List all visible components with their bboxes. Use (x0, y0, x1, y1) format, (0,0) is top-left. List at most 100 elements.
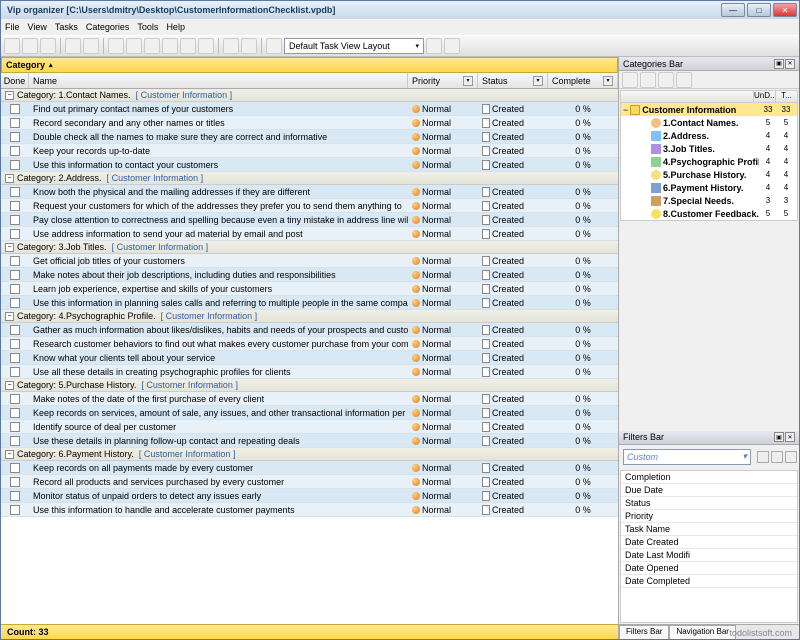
maximize-button[interactable]: □ (747, 3, 771, 17)
filter-item[interactable]: Priority (621, 510, 797, 523)
panel-pin-icon[interactable]: ▣ (774, 59, 784, 69)
tree-node[interactable]: 6.Payment History.44 (621, 181, 797, 194)
menu-categories[interactable]: Categories (86, 22, 130, 32)
toolbar-button[interactable] (622, 72, 638, 88)
done-checkbox[interactable] (10, 146, 20, 156)
tree-root[interactable]: − Customer Information 3333 (621, 103, 797, 116)
task-row[interactable]: Use this information in planning sales c… (1, 296, 618, 310)
col-status[interactable]: Status▾ (478, 73, 548, 88)
task-row[interactable]: Keep records on all payments made by eve… (1, 461, 618, 475)
toolbar-button[interactable] (144, 38, 160, 54)
toolbar-button[interactable] (83, 38, 99, 54)
col-complete[interactable]: Complete▾ (548, 73, 618, 88)
col-priority[interactable]: Priority▾ (408, 73, 478, 88)
toolbar-button[interactable] (241, 38, 257, 54)
tree-node[interactable]: 4.Psychographic Profile.44 (621, 155, 797, 168)
col-done[interactable]: Done (1, 73, 29, 88)
collapse-icon[interactable]: − (5, 312, 14, 321)
task-row[interactable]: Record all products and services purchas… (1, 475, 618, 489)
done-checkbox[interactable] (10, 353, 20, 363)
done-checkbox[interactable] (10, 367, 20, 377)
toolbar-button[interactable] (198, 38, 214, 54)
task-row[interactable]: Make notes of the date of the first purc… (1, 392, 618, 406)
panel-close-icon[interactable]: ✕ (785, 59, 795, 69)
menu-view[interactable]: View (28, 22, 47, 32)
menu-file[interactable]: File (5, 22, 20, 32)
toolbar-button[interactable] (640, 72, 656, 88)
toolbar-button[interactable] (266, 38, 282, 54)
toolbar-button[interactable] (65, 38, 81, 54)
filter-item[interactable]: Completion (621, 471, 797, 484)
done-checkbox[interactable] (10, 325, 20, 335)
task-row[interactable]: Research customer behaviors to find out … (1, 337, 618, 351)
filter-button[interactable] (771, 451, 783, 463)
task-group-header[interactable]: −Category: 6.Payment History. [ Customer… (1, 448, 618, 461)
filter-item[interactable]: Date Completed (621, 575, 797, 588)
menu-tools[interactable]: Tools (137, 22, 158, 32)
toolbar-button[interactable] (22, 38, 38, 54)
done-checkbox[interactable] (10, 118, 20, 128)
tree-node[interactable]: 5.Purchase History.44 (621, 168, 797, 181)
task-row[interactable]: Make notes about their job descriptions,… (1, 268, 618, 282)
tree-node[interactable]: 1.Contact Names.55 (621, 116, 797, 129)
task-row[interactable]: Keep records on services, amount of sale… (1, 406, 618, 420)
toolbar-button[interactable] (658, 72, 674, 88)
menu-help[interactable]: Help (166, 22, 185, 32)
task-row[interactable]: Gather as much information about likes/d… (1, 323, 618, 337)
task-row[interactable]: Get official job titles of your customer… (1, 254, 618, 268)
done-checkbox[interactable] (10, 229, 20, 239)
filter-item[interactable]: Task Name (621, 523, 797, 536)
filter-item[interactable]: Date Created (621, 536, 797, 549)
done-checkbox[interactable] (10, 104, 20, 114)
done-checkbox[interactable] (10, 491, 20, 501)
task-row[interactable]: Request your customers for which of the … (1, 199, 618, 213)
tree-node[interactable]: 8.Customer Feedback.55 (621, 207, 797, 220)
filter-item[interactable]: Date Opened (621, 562, 797, 575)
tree-node[interactable]: 7.Special Needs.33 (621, 194, 797, 207)
task-row[interactable]: Use this information to contact your cus… (1, 158, 618, 172)
collapse-icon[interactable]: − (5, 450, 14, 459)
task-row[interactable]: Keep your records up-to-dateNormalCreate… (1, 144, 618, 158)
done-checkbox[interactable] (10, 201, 20, 211)
done-checkbox[interactable] (10, 339, 20, 349)
toolbar-button[interactable] (180, 38, 196, 54)
tab-filters[interactable]: Filters Bar (619, 625, 669, 639)
task-group-header[interactable]: −Category: 3.Job Titles. [ Customer Info… (1, 241, 618, 254)
done-checkbox[interactable] (10, 132, 20, 142)
task-group-header[interactable]: −Category: 2.Address. [ Customer Informa… (1, 172, 618, 185)
done-checkbox[interactable] (10, 284, 20, 294)
task-row[interactable]: Double check all the names to make sure … (1, 130, 618, 144)
filter-item[interactable]: Date Last Modifi (621, 549, 797, 562)
task-row[interactable]: Use this information to handle and accel… (1, 503, 618, 517)
layout-combo[interactable]: Default Task View Layout▾ (284, 38, 424, 54)
minimize-button[interactable]: — (721, 3, 745, 17)
filter-combo[interactable]: Custom▾ (623, 449, 751, 465)
task-row[interactable]: Know both the physical and the mailing a… (1, 185, 618, 199)
task-row[interactable]: Know what your clients tell about your s… (1, 351, 618, 365)
filter-button[interactable] (785, 451, 797, 463)
task-row[interactable]: Pay close attention to correctness and s… (1, 213, 618, 227)
tree-node[interactable]: 3.Job Titles.44 (621, 142, 797, 155)
panel-pin-icon[interactable]: ▣ (774, 432, 784, 442)
panel-close-icon[interactable]: ✕ (785, 432, 795, 442)
task-row[interactable]: Use all these details in creating psycho… (1, 365, 618, 379)
task-group-header[interactable]: −Category: 5.Purchase History. [ Custome… (1, 379, 618, 392)
collapse-icon[interactable]: − (5, 243, 14, 252)
toolbar-button[interactable] (40, 38, 56, 54)
done-checkbox[interactable] (10, 408, 20, 418)
collapse-icon[interactable]: − (623, 105, 628, 115)
done-checkbox[interactable] (10, 436, 20, 446)
toolbar-button[interactable] (162, 38, 178, 54)
tab-navigation[interactable]: Navigation Bar (669, 625, 735, 639)
toolbar-button[interactable] (676, 72, 692, 88)
task-row[interactable]: Record secondary and any other names or … (1, 116, 618, 130)
task-group-header[interactable]: −Category: 4.Psychographic Profile. [ Cu… (1, 310, 618, 323)
collapse-icon[interactable]: − (5, 91, 14, 100)
menu-tasks[interactable]: Tasks (55, 22, 78, 32)
done-checkbox[interactable] (10, 422, 20, 432)
task-row[interactable]: Learn job experience, expertise and skil… (1, 282, 618, 296)
filter-item[interactable]: Status (621, 497, 797, 510)
done-checkbox[interactable] (10, 298, 20, 308)
tree-node[interactable]: 2.Address.44 (621, 129, 797, 142)
toolbar-button[interactable] (223, 38, 239, 54)
